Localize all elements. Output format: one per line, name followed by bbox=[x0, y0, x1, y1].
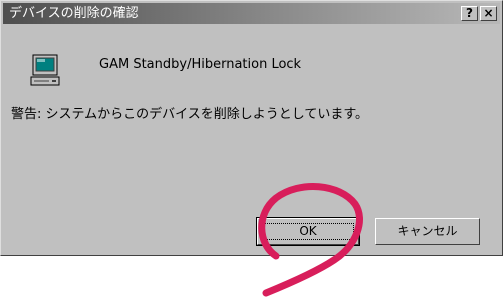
device-name: GAM Standby/Hibernation Lock bbox=[99, 57, 302, 72]
computer-device-icon bbox=[30, 54, 60, 86]
focus-rectangle bbox=[262, 223, 354, 240]
confirm-device-removal-dialog: デバイスの削除の確認 ? × GAM Standby/Hibernation L… bbox=[0, 0, 503, 256]
help-button[interactable]: ? bbox=[461, 6, 478, 21]
close-button[interactable]: × bbox=[480, 6, 497, 21]
warning-message: 警告: システムからこのデバイスを削除しようとしています。 bbox=[11, 107, 369, 122]
title-bar[interactable]: デバイスの削除の確認 ? × bbox=[3, 3, 500, 24]
cancel-button[interactable]: キャンセル bbox=[375, 218, 480, 245]
ok-button[interactable]: OK bbox=[256, 217, 360, 246]
dialog-title: デバイスの削除の確認 bbox=[9, 6, 139, 21]
cancel-button-label: キャンセル bbox=[397, 224, 458, 238]
